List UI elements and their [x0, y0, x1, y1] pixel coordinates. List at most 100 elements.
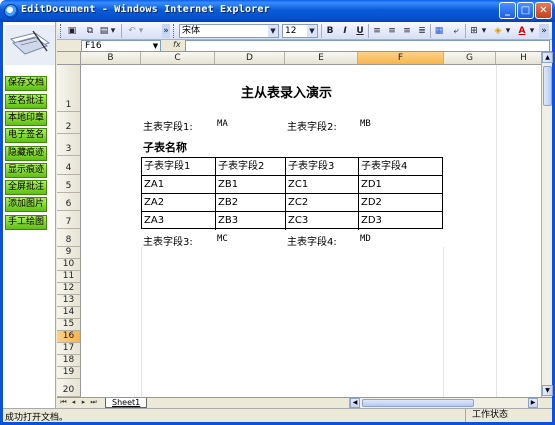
- merge-cells-icon[interactable]: ▦: [432, 24, 446, 38]
- row-header-3[interactable]: 3: [57, 134, 81, 156]
- column-header-c[interactable]: C: [141, 52, 215, 65]
- save-icon[interactable]: ▣: [65, 24, 79, 38]
- next-sheet-icon[interactable]: ▸: [79, 398, 88, 407]
- subtable-cell[interactable]: ZA2: [142, 194, 216, 212]
- save-document-button[interactable]: 保存文档: [5, 76, 47, 91]
- show-revisions-button[interactable]: 显示痕迹: [5, 163, 47, 178]
- fill-color-dropdown-icon[interactable]: ▾: [504, 24, 512, 38]
- subtable-header-cell[interactable]: 子表字段3: [286, 158, 359, 176]
- font-color-icon[interactable]: A: [515, 24, 529, 38]
- row-header-18[interactable]: 18: [57, 355, 81, 367]
- sheet-tab-sheet1[interactable]: Sheet1: [105, 398, 148, 408]
- master-field-4-value[interactable]: MD: [360, 234, 371, 244]
- minimize-button[interactable]: _: [499, 2, 516, 19]
- master-field-2-label[interactable]: 主表字段2:: [287, 118, 337, 133]
- scroll-down-icon[interactable]: ▼: [542, 385, 553, 396]
- subtable-cell[interactable]: ZD3: [359, 212, 442, 230]
- row-header-6[interactable]: 6: [57, 193, 81, 211]
- row-header-15[interactable]: 15: [57, 319, 81, 331]
- fill-color-icon[interactable]: ◈: [491, 24, 505, 38]
- master-field-1-label[interactable]: 主表字段1:: [143, 118, 193, 133]
- sign-annotate-button[interactable]: 签名批注: [5, 94, 47, 109]
- subtable-cell[interactable]: ZC3: [286, 212, 359, 230]
- underline-button[interactable]: U: [353, 24, 367, 38]
- column-header-g[interactable]: G: [444, 52, 496, 65]
- scroll-up-icon[interactable]: ▲: [542, 52, 553, 63]
- italic-button[interactable]: I: [338, 24, 352, 38]
- align-left-icon[interactable]: ≡: [370, 24, 384, 38]
- subtable-cell[interactable]: ZB1: [216, 176, 286, 194]
- row-header-2[interactable]: 2: [57, 112, 81, 134]
- row-header-4[interactable]: 4: [57, 156, 81, 175]
- row-header-13[interactable]: 13: [57, 295, 81, 307]
- subtable-cell[interactable]: ZC1: [286, 176, 359, 194]
- row-header-16[interactable]: 16: [57, 331, 81, 343]
- horizontal-scrollbar[interactable]: ◀ ▶: [349, 398, 539, 408]
- column-header-e[interactable]: E: [285, 52, 358, 65]
- subtable-header-cell[interactable]: 子表字段1: [142, 158, 216, 176]
- first-sheet-icon[interactable]: ⏮: [59, 398, 68, 407]
- subtable-title[interactable]: 子表名称: [143, 139, 187, 155]
- master-field-3-value[interactable]: MC: [217, 234, 228, 244]
- paste-dropdown-icon[interactable]: ▾: [109, 24, 117, 38]
- row-header-17[interactable]: 17: [57, 343, 81, 355]
- formula-input[interactable]: [185, 40, 550, 52]
- copy-icon[interactable]: ⧉: [83, 24, 97, 38]
- row-header-1[interactable]: 1: [57, 65, 81, 112]
- fullscreen-annotate-button[interactable]: 全屏批注: [5, 180, 47, 195]
- subtable-cell[interactable]: ZD1: [359, 176, 442, 194]
- master-field-4-label[interactable]: 主表字段4:: [287, 233, 337, 248]
- row-header-9[interactable]: 9: [57, 247, 81, 259]
- subtable-cell[interactable]: ZB3: [216, 212, 286, 230]
- align-right-icon[interactable]: ≡: [400, 24, 414, 38]
- subtable-header-cell[interactable]: 子表字段2: [216, 158, 286, 176]
- toolbar-grip[interactable]: [60, 24, 63, 38]
- subtable-cell[interactable]: ZD2: [359, 194, 442, 212]
- subtable-cell[interactable]: ZA3: [142, 212, 216, 230]
- subtable-cell[interactable]: ZB2: [216, 194, 286, 212]
- font-color-dropdown-icon[interactable]: ▾: [528, 24, 536, 38]
- master-field-2-value[interactable]: MB: [360, 119, 371, 129]
- row-header-10[interactable]: 10: [57, 259, 81, 271]
- master-field-3-label[interactable]: 主表字段3:: [143, 233, 193, 248]
- toolbar-options-icon-2[interactable]: »: [539, 24, 549, 38]
- row-header-20[interactable]: 20: [57, 379, 81, 397]
- local-seal-button[interactable]: 本地印章: [5, 111, 47, 126]
- column-header-f[interactable]: F: [358, 52, 444, 65]
- column-header-d[interactable]: D: [215, 52, 285, 65]
- row-header-11[interactable]: 11: [57, 271, 81, 283]
- wrap-text-icon[interactable]: ⤶: [449, 24, 463, 38]
- borders-dropdown-icon[interactable]: ▾: [480, 24, 488, 38]
- last-sheet-icon[interactable]: ⏭: [89, 398, 98, 407]
- add-image-button[interactable]: 添加图片: [5, 197, 47, 212]
- row-header-7[interactable]: 7: [57, 211, 81, 229]
- align-center-icon[interactable]: ≡: [385, 24, 399, 38]
- bold-button[interactable]: B: [323, 24, 337, 38]
- master-field-1-value[interactable]: MA: [217, 119, 228, 129]
- row-header-5[interactable]: 5: [57, 175, 81, 193]
- justify-icon[interactable]: ≣: [415, 24, 429, 38]
- maximize-button[interactable]: □: [517, 2, 534, 19]
- subtable-header-cell[interactable]: 子表字段4: [359, 158, 442, 176]
- horizontal-scroll-thumb[interactable]: [362, 399, 474, 407]
- column-header-b[interactable]: B: [81, 52, 141, 65]
- select-all-corner[interactable]: [57, 52, 81, 65]
- vertical-scroll-thumb[interactable]: [543, 66, 552, 106]
- row-header-14[interactable]: 14: [57, 307, 81, 319]
- undo-dropdown-icon[interactable]: ▾: [137, 24, 145, 38]
- spreadsheet-grid[interactable]: B C D E F G H 1 2 3 4 5 6 7 8 9 10 11 12…: [57, 52, 552, 397]
- e-signature-button[interactable]: 电子签名: [5, 128, 47, 143]
- close-button[interactable]: ✕: [535, 2, 552, 19]
- row-header-8[interactable]: 8: [57, 229, 81, 247]
- hide-revisions-button[interactable]: 隐藏痕迹: [5, 146, 47, 161]
- hand-drawing-button[interactable]: 手工绘图: [5, 215, 47, 230]
- fx-icon[interactable]: fx: [173, 40, 181, 49]
- borders-icon[interactable]: ⊞: [467, 24, 481, 38]
- sheet-title[interactable]: 主从表录入演示: [241, 82, 332, 101]
- row-header-19[interactable]: 19: [57, 367, 81, 379]
- row-header-12[interactable]: 12: [57, 283, 81, 295]
- font-name-select[interactable]: 宋体 ▼: [179, 24, 279, 38]
- scroll-right-icon[interactable]: ▶: [528, 398, 538, 408]
- prev-sheet-icon[interactable]: ◂: [69, 398, 78, 407]
- toolbar-options-icon[interactable]: »: [162, 24, 170, 38]
